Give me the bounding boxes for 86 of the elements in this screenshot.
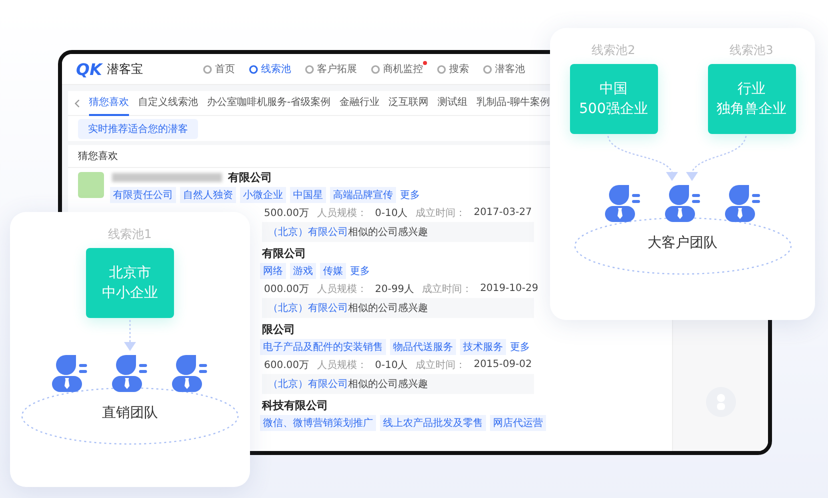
nav-item[interactable]: 客户拓展 <box>305 62 357 76</box>
businessman-icon <box>602 184 642 222</box>
chevron-left-icon[interactable] <box>74 98 80 108</box>
company-tag: 小微企业 <box>240 187 286 203</box>
recommend-button[interactable]: 实时推荐适合您的潜客 <box>78 118 198 138</box>
company-tag: 电子产品及配件的安装销售 <box>260 339 386 355</box>
field-label: 成立时间： <box>422 282 472 296</box>
dotted-arrow <box>124 320 136 351</box>
company-link[interactable]: （北京）有限公司 <box>268 227 348 238</box>
nav-item[interactable]: 搜索 <box>437 62 469 76</box>
company-link[interactable]: （北京）有限公司 <box>268 303 348 314</box>
company-name[interactable]: 有限公司 <box>228 170 272 185</box>
company-tag: 自然人独资 <box>180 187 236 203</box>
nav-icon <box>305 64 314 74</box>
company-name[interactable]: 科技有限公司 <box>262 398 328 413</box>
tab[interactable]: 自定义线索池 <box>138 91 198 116</box>
tab[interactable]: 办公室咖啡机服务-省级案例 <box>207 91 331 116</box>
segment-text: 中小企业 <box>102 284 158 303</box>
company-logo <box>78 172 104 198</box>
registered-capital: 000.00万 <box>264 282 309 296</box>
company-tag: 物品代送服务 <box>390 339 456 355</box>
segment-text: 独角兽企业 <box>716 100 786 119</box>
more-link[interactable]: 更多 <box>350 264 370 278</box>
tab[interactable]: 泛互联网 <box>388 91 429 116</box>
businessman-icon <box>662 184 702 222</box>
company-name[interactable]: 有限公司 <box>262 246 306 261</box>
team-name: 大客户团队 <box>648 234 718 252</box>
pool-label: 线索池1 <box>108 226 152 243</box>
pool-label: 线索池3 <box>730 42 774 59</box>
nav-item[interactable]: 潜客池 <box>483 62 525 76</box>
founded-date: 2017-03-27 <box>474 207 532 218</box>
company-link[interactable]: （北京）有限公司 <box>268 379 348 390</box>
company-tag: 网店代运营 <box>490 415 546 431</box>
segment-text: 中国 <box>600 80 628 99</box>
note-text: 相似的公司感兴趣 <box>348 227 428 238</box>
note-text: 相似的公司感兴趣 <box>348 303 428 314</box>
dotted-arrow <box>607 136 678 181</box>
company-tag: 游戏 <box>290 263 316 279</box>
nav-icon <box>203 64 212 74</box>
staff-size: 0-10人 <box>375 358 408 372</box>
field-label: 成立时间： <box>416 206 466 220</box>
company-tag: 微信、微博营销策划推广 <box>260 415 376 431</box>
staff-size: 0-10人 <box>375 206 408 220</box>
more-link[interactable]: 更多 <box>400 188 420 202</box>
nav-icon <box>483 64 492 74</box>
field-label: 人员规模： <box>317 206 367 220</box>
company-name[interactable]: 限公司 <box>262 322 295 337</box>
nav-item[interactable]: 线索池 <box>249 62 291 76</box>
founded-date: 2015-09-02 <box>474 359 532 370</box>
tab[interactable]: 测试组 <box>438 91 468 116</box>
note-text: 相似的公司感兴趣 <box>348 379 428 390</box>
nav-icon <box>371 64 380 74</box>
company-tag: 中国星 <box>290 187 326 203</box>
tab[interactable]: 乳制品-聊牛案例 <box>476 91 550 116</box>
segment-text: 北京市 <box>109 264 151 283</box>
tab[interactable]: 猜您喜欢 <box>89 91 129 116</box>
businessman-icon <box>50 354 90 392</box>
field-label: 成立时间： <box>416 358 466 372</box>
businessman-icon <box>722 184 762 222</box>
staff-size: 20-99人 <box>375 282 414 296</box>
nav-item[interactable]: 商机监控 <box>371 62 423 76</box>
logo-mark: QK <box>76 60 102 78</box>
company-tag: 网络 <box>260 263 286 279</box>
company-tag: 有限责任公司 <box>110 187 176 203</box>
company-tag: 传媒 <box>320 263 346 279</box>
nav-icon <box>437 64 446 74</box>
founded-date: 2019-10-29 <box>480 283 538 294</box>
registered-capital: 500.00万 <box>264 206 309 220</box>
company-tag: 技术服务 <box>460 339 506 355</box>
pool-label: 线索池2 <box>592 42 636 59</box>
dotted-arrow <box>686 136 747 181</box>
segment-text: 500强企业 <box>579 100 648 119</box>
more-link[interactable]: 更多 <box>510 340 530 354</box>
field-label: 人员规模： <box>317 282 367 296</box>
registered-capital: 600.00万 <box>264 358 309 372</box>
app-name: 潜客宝 <box>107 60 143 78</box>
field-label: 人员规模： <box>317 358 367 372</box>
company-tag: 线上农产品批发及零售 <box>380 415 486 431</box>
team-name: 直销团队 <box>102 404 158 422</box>
nav-item[interactable]: 首页 <box>203 62 235 76</box>
company-tag: 高端品牌宣传 <box>330 187 396 203</box>
tab[interactable]: 金融行业 <box>340 91 380 116</box>
businessman-icon <box>170 354 210 392</box>
businessman-icon <box>110 354 150 392</box>
segment-text: 行业 <box>738 80 766 99</box>
nav-icon <box>249 64 258 74</box>
